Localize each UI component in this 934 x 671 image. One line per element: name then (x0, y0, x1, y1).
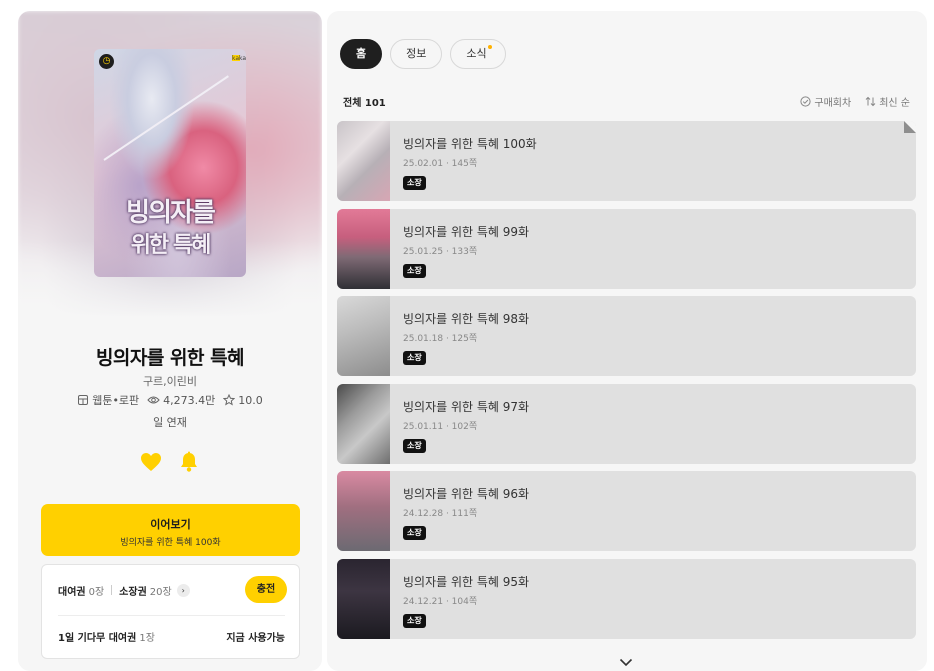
cover-image: ◷ kakaopage 빙의자를 위한 특혜 (94, 49, 246, 277)
wait-ticket-label: 1일 기다무 대여권 (58, 633, 137, 644)
check-circle-icon (800, 96, 812, 107)
charge-button[interactable]: 충전 (245, 576, 287, 603)
sort-icon (865, 96, 876, 107)
fold-corner-icon (904, 121, 916, 133)
genre-icon (78, 395, 89, 405)
tab-news[interactable]: 소식 (450, 39, 506, 69)
genre-text: 웹툰•로판 (92, 394, 140, 407)
heart-icon (141, 453, 161, 471)
rental-ticket-count: 0장 (88, 586, 105, 598)
tab-bar: 홈 정보 소식 (340, 39, 506, 69)
episode-list: 빙의자를 위한 특혜 100화 25.02.01 · 145쪽 소장 빙의자를 … (337, 121, 916, 646)
views-meta: 4,273.4만 (147, 392, 215, 408)
episode-meta: 24.12.21 · 104쪽 (403, 596, 478, 607)
like-button[interactable] (140, 451, 162, 473)
genre-meta: 웹툰•로판 (77, 392, 139, 408)
episode-item[interactable]: 빙의자를 위한 특혜 98화 25.01.18 · 125쪽 소장 (337, 296, 916, 376)
rating-text: 10.0 (238, 393, 263, 407)
own-ticket-label: 소장권 (119, 586, 147, 598)
continue-label: 이어보기 (150, 518, 191, 531)
sort-label: 최신 순 (879, 98, 910, 109)
ticket-detail-chevron-icon[interactable]: › (176, 583, 190, 597)
episode-item[interactable]: 빙의자를 위한 특혜 100화 25.02.01 · 145쪽 소장 (337, 121, 916, 201)
cover-title-line1: 빙의자를 (126, 198, 216, 228)
work-meta: 웹툰•로판 4,273.4만 10.0 (18, 392, 322, 408)
divider (111, 585, 113, 595)
kakaopage-logo: kakaopage (232, 54, 246, 62)
schedule-text: 일 연재 (153, 416, 187, 429)
owned-badge: 소장 (403, 526, 426, 540)
new-dot-icon (487, 45, 492, 49)
purchased-filter-button[interactable]: 구매회차 (800, 94, 851, 109)
cover-title-line2: 위한 특혜 (130, 232, 212, 258)
divider (58, 615, 285, 616)
episode-total: 전체 101 (343, 98, 386, 109)
episode-title: 빙의자를 위한 특혜 97화 (403, 399, 530, 414)
continue-reading-button[interactable]: 이어보기 빙의자를 위한 특혜 100화 (41, 504, 300, 556)
episode-thumbnail (337, 383, 390, 464)
episode-thumbnail (337, 296, 390, 376)
work-authors: 구르,이린비 (142, 375, 198, 388)
clock-icon: ◷ (99, 54, 114, 69)
owned-badge: 소장 (403, 263, 426, 278)
purchased-filter-label: 구매회차 (814, 98, 852, 109)
continue-episode: 빙의자를 위한 특혜 100화 (120, 538, 221, 548)
episode-title: 빙의자를 위한 특혜 99화 (403, 224, 530, 239)
owned-badge: 소장 (403, 351, 426, 365)
episode-title: 빙의자를 위한 특혜 98화 (403, 312, 530, 326)
tab-news-label: 소식 (466, 47, 487, 60)
owned-badge: 소장 (403, 176, 426, 190)
owned-badge: 소장 (403, 438, 426, 453)
own-ticket-count: 20장 (149, 586, 172, 598)
work-title: 빙의자를 위한 특혜 (95, 347, 245, 369)
eye-icon (147, 396, 160, 404)
rating-meta: 10.0 (223, 394, 263, 407)
tab-info[interactable]: 정보 (390, 39, 443, 69)
episode-title: 빙의자를 위한 특혜 95화 (403, 574, 530, 589)
bell-icon (181, 451, 197, 472)
episode-item[interactable]: 빙의자를 위한 특혜 96화 24.12.28 · 111쪽 소장 (337, 471, 916, 551)
episode-thumbnail (337, 471, 390, 551)
tab-home[interactable]: 홈 (340, 39, 383, 69)
star-icon (223, 394, 236, 406)
episode-item[interactable]: 빙의자를 위한 특혜 95화 24.12.21 · 104쪽 소장 (337, 558, 916, 639)
episode-meta: 25.02.01 · 145쪽 (403, 159, 478, 169)
episode-meta: 25.01.25 · 133쪽 (403, 246, 478, 257)
episode-meta: 24.12.28 · 111쪽 (403, 509, 478, 519)
owned-badge: 소장 (403, 613, 426, 628)
episode-thumbnail (337, 558, 390, 639)
work-info-panel: ◷ kakaopage 빙의자를 위한 특혜 빙의자를 위한 특혜 구르,이린비… (18, 11, 322, 671)
episode-title: 빙의자를 위한 특혜 96화 (403, 487, 530, 501)
views-text: 4,273.4만 (163, 394, 216, 407)
episode-title: 빙의자를 위한 특혜 100화 (403, 137, 537, 151)
work-actions (18, 451, 322, 473)
episode-thumbnail (337, 121, 390, 201)
episode-meta: 25.01.11 · 102쪽 (403, 421, 478, 432)
episode-item[interactable]: 빙의자를 위한 특혜 99화 25.01.25 · 133쪽 소장 (337, 208, 916, 289)
load-more-chevron-down-icon[interactable] (619, 652, 633, 671)
wait-free-row: 1일 기다무 대여권 1장 지금 사용가능 (58, 629, 285, 644)
wait-ticket-status: 지금 사용가능 (226, 633, 285, 644)
episode-thumbnail (337, 208, 390, 289)
ticket-box: 대여권 0장 소장권 20장 › 충전 1일 기다무 대여권 1장 지금 사용가능 (41, 564, 300, 659)
rental-ticket-label: 대여권 (58, 586, 86, 598)
episode-meta: 25.01.18 · 125쪽 (403, 334, 478, 344)
episode-item[interactable]: 빙의자를 위한 특혜 97화 25.01.11 · 102쪽 소장 (337, 383, 916, 464)
sort-button[interactable]: 최신 순 (865, 94, 910, 109)
episode-list-header: 전체 101 구매회차 최신 순 (343, 94, 910, 109)
episode-panel: 홈 정보 소식 전체 101 구매회차 최신 순 빙의자를 위한 특혜 100화… (327, 11, 927, 671)
wait-ticket-count: 1장 (139, 633, 155, 644)
alarm-button[interactable] (178, 451, 200, 473)
